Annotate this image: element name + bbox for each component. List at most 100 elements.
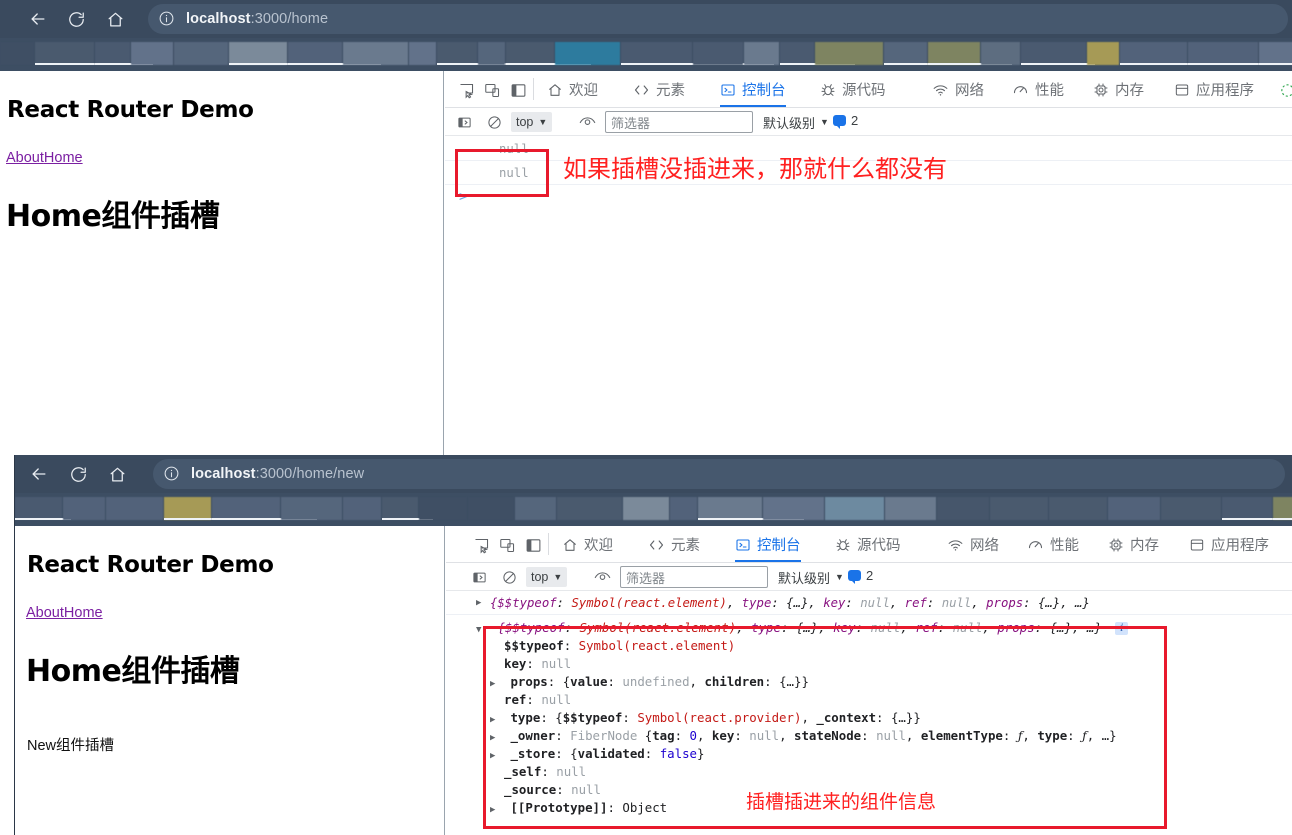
tab-thumbnail[interactable]: [825, 497, 884, 520]
console-object-property[interactable]: ▶ _owner: FiberNode {tag: 0, key: null, …: [490, 728, 1117, 743]
devtools-tab-network-2[interactable]: 网络: [947, 526, 999, 562]
console-row-collapsed[interactable]: ▶ {$$typeof: Symbol(react.element), type…: [446, 592, 1292, 615]
tab-thumbnail[interactable]: [468, 497, 514, 520]
tab-thumbnail[interactable]: [698, 497, 762, 520]
tab-thumbnail[interactable]: [174, 42, 228, 65]
tab-thumbnail[interactable]: [670, 497, 697, 520]
tab-thumbnail[interactable]: [281, 497, 342, 520]
address-bar-2[interactable]: localhost:3000/home/new: [153, 459, 1285, 489]
devtools-tab-memory-1[interactable]: 内存: [1093, 71, 1144, 107]
inspect-element-icon[interactable]: [469, 533, 493, 557]
tab-thumbnail[interactable]: [1049, 497, 1107, 520]
devtools-tab-network-1[interactable]: 网络: [932, 71, 984, 107]
console-level-selector-2[interactable]: 默认级别 ▼: [778, 568, 844, 587]
tab-thumbnail[interactable]: [343, 497, 381, 520]
tab-thumbnail[interactable]: [1021, 42, 1086, 65]
console-object-property[interactable]: ▶ [[Prototype]]: Object: [490, 800, 667, 815]
console-prompt-caret-1[interactable]: >: [459, 189, 467, 205]
console-object-summary[interactable]: ▼ {$$typeof: Symbol(react.element), type…: [476, 620, 1129, 635]
tab-thumbnail[interactable]: [437, 42, 477, 65]
home-icon[interactable]: [105, 462, 129, 486]
console-sidebar-icon[interactable]: [469, 567, 489, 587]
tab-thumbnail[interactable]: [990, 497, 1048, 520]
nav-link-home-1[interactable]: Home: [44, 150, 83, 166]
tab-thumbnail[interactable]: [212, 497, 280, 520]
reload-icon[interactable]: [64, 7, 88, 31]
tab-thumbnail[interactable]: [780, 42, 814, 65]
devtools-tab-memory-2[interactable]: 内存: [1108, 526, 1159, 562]
tab-strip-2[interactable]: [15, 493, 1292, 524]
devtools-tab-elements-2[interactable]: 元素: [648, 526, 700, 562]
devtools-tab-console-1[interactable]: 控制台: [720, 71, 786, 107]
live-expression-eye-icon[interactable]: [592, 567, 612, 587]
devtools-tab-sources-2[interactable]: 源代码: [835, 526, 901, 562]
address-bar-1[interactable]: localhost:3000/home: [148, 4, 1288, 34]
console-sidebar-icon[interactable]: [454, 112, 474, 132]
expand-triangle-icon[interactable]: ▶: [490, 733, 500, 743]
tab-thumbnail[interactable]: [409, 42, 436, 65]
console-object-property[interactable]: ▶ _store: {validated: false}: [490, 746, 704, 761]
console-context-selector-2[interactable]: top ▼: [526, 567, 568, 587]
console-output-1[interactable]: null null >: [445, 137, 1292, 460]
tab-thumbnail[interactable]: [343, 42, 408, 65]
info-circle-icon[interactable]: [163, 465, 181, 483]
tab-thumbnail[interactable]: [1259, 42, 1292, 65]
back-arrow-icon[interactable]: [26, 7, 50, 31]
console-info-badge[interactable]: i: [1115, 622, 1129, 635]
device-toolbar-icon[interactable]: [495, 533, 519, 557]
recording-status-icon[interactable]: [1275, 78, 1292, 102]
tab-thumbnail[interactable]: [419, 497, 467, 520]
collapse-triangle-icon[interactable]: ▼: [476, 625, 486, 635]
tab-thumbnail[interactable]: [35, 42, 94, 65]
expand-triangle-icon[interactable]: ▶: [490, 751, 500, 761]
clear-console-icon[interactable]: [499, 567, 519, 587]
tab-thumbnail[interactable]: [1161, 497, 1221, 520]
devtools-tab-sources-1[interactable]: 源代码: [820, 71, 886, 107]
tab-thumbnail[interactable]: [63, 497, 105, 520]
nav-link-about-1[interactable]: About: [6, 150, 44, 166]
dock-side-icon[interactable]: [521, 533, 545, 557]
tab-thumbnail[interactable]: [937, 497, 989, 520]
back-arrow-icon[interactable]: [27, 462, 51, 486]
tab-thumbnail[interactable]: [623, 497, 669, 520]
devtools-tab-application-1[interactable]: 应用程序: [1174, 71, 1254, 107]
tab-thumbnail[interactable]: [1273, 497, 1292, 520]
tab-thumbnail[interactable]: [106, 497, 163, 520]
tab-thumbnail[interactable]: [928, 42, 980, 65]
tab-thumbnail[interactable]: [0, 42, 34, 65]
tab-thumbnail[interactable]: [1222, 497, 1272, 520]
nav-link-home-2[interactable]: Home: [64, 605, 103, 621]
devtools-tab-welcome-1[interactable]: 欢迎: [547, 71, 598, 107]
devtools-tab-performance-2[interactable]: 性能: [1027, 526, 1079, 562]
tab-thumbnail[interactable]: [506, 42, 554, 65]
dock-side-icon[interactable]: [506, 78, 530, 102]
tab-thumbnail[interactable]: [382, 497, 418, 520]
tab-thumbnail[interactable]: [557, 497, 622, 520]
tab-thumbnail[interactable]: [15, 497, 62, 520]
tab-thumbnail[interactable]: [1188, 42, 1258, 65]
console-message-count-1[interactable]: 2: [833, 113, 858, 129]
expand-triangle-icon[interactable]: ▶: [476, 598, 486, 608]
tab-thumbnail[interactable]: [763, 497, 824, 520]
console-context-selector-1[interactable]: top ▼: [511, 112, 553, 132]
console-object-property[interactable]: ▶ type: {$$typeof: Symbol(react.provider…: [490, 710, 921, 725]
live-expression-eye-icon[interactable]: [577, 112, 597, 132]
tab-thumbnail[interactable]: [95, 42, 130, 65]
tab-thumbnail[interactable]: [229, 42, 287, 65]
tab-thumbnail[interactable]: [621, 42, 692, 65]
expand-triangle-icon[interactable]: ▶: [490, 805, 500, 815]
tab-thumbnail[interactable]: [884, 42, 927, 65]
tab-thumbnail[interactable]: [131, 42, 173, 65]
devtools-tab-elements-1[interactable]: 元素: [633, 71, 685, 107]
tab-thumbnail[interactable]: [288, 42, 342, 65]
tab-thumbnail[interactable]: [815, 42, 883, 65]
tab-thumbnail[interactable]: [693, 42, 743, 65]
reload-icon[interactable]: [66, 462, 90, 486]
tab-thumbnail[interactable]: [1087, 42, 1119, 65]
console-level-selector-1[interactable]: 默认级别 ▼: [763, 113, 829, 132]
devtools-tab-console-2[interactable]: 控制台: [735, 526, 801, 562]
tab-thumbnail[interactable]: [1108, 497, 1160, 520]
home-icon[interactable]: [103, 7, 127, 31]
tab-thumbnail[interactable]: [885, 497, 936, 520]
tab-strip-1[interactable]: [0, 38, 1292, 69]
